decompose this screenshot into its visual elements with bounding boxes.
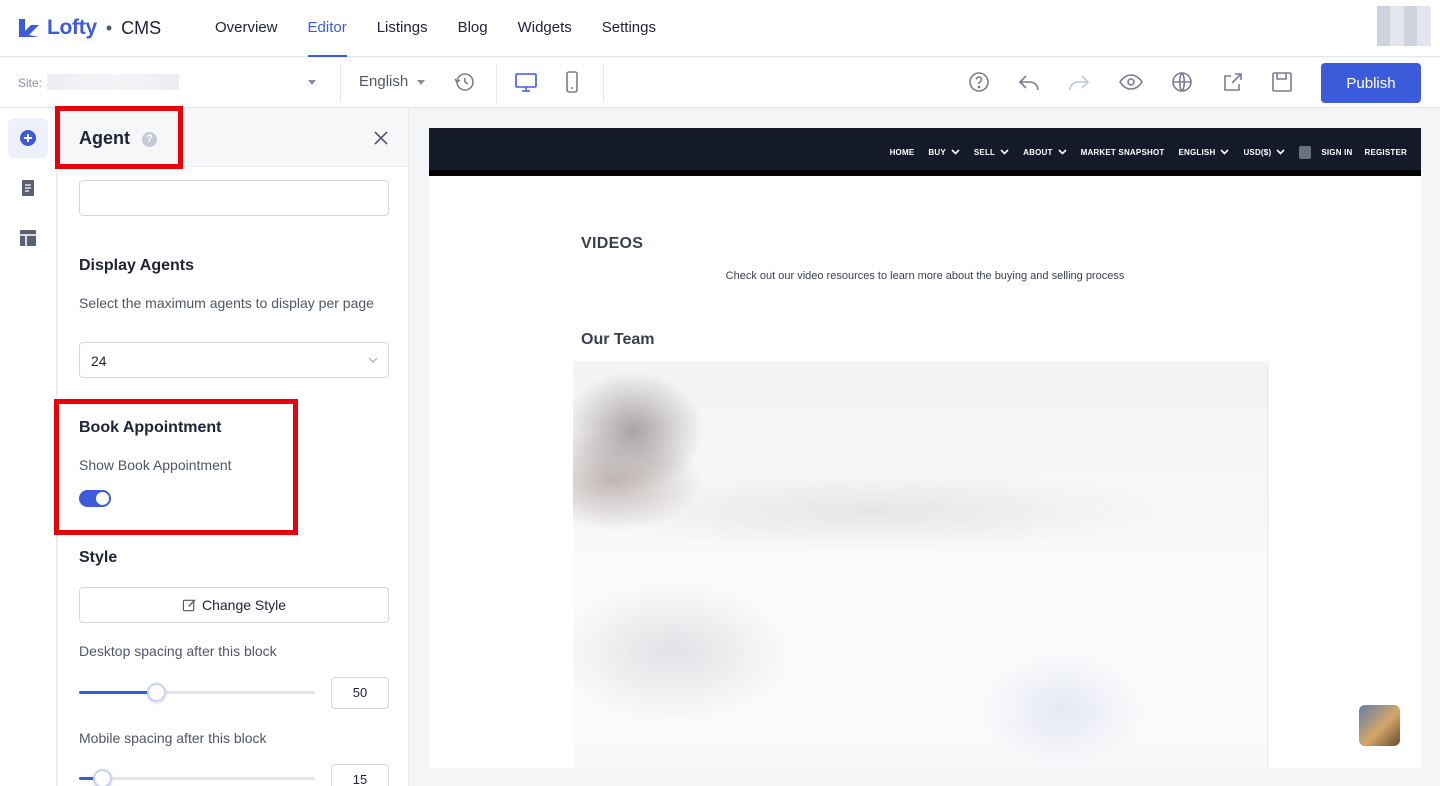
slider-handle[interactable] <box>93 769 112 786</box>
chevron-down-icon <box>1276 149 1285 155</box>
lofty-logo[interactable]: Lofty • CMS <box>17 14 161 42</box>
nav-editor[interactable]: Editor <box>293 0 362 57</box>
undo-icon[interactable] <box>1017 70 1041 94</box>
preview-icon[interactable] <box>1119 70 1143 94</box>
site-nav-item[interactable]: USD($) <box>1243 148 1285 157</box>
page-preview-canvas[interactable]: HOME BUY SELL ABOUT MARKET SNAPSHOT ENGLISH US… <box>429 128 1421 768</box>
style-title: Style <box>79 549 118 566</box>
nav-listings[interactable]: Listings <box>362 0 443 57</box>
display-agents-description: Select the maximum agents to display per… <box>79 295 374 311</box>
change-style-button[interactable]: Change Style <box>79 587 389 623</box>
lofty-logo-icon <box>19 19 39 37</box>
add-block-button[interactable] <box>8 118 48 158</box>
sign-in-link[interactable]: SIGN IN <box>1321 148 1352 157</box>
site-nav-items: HOME BUY SELL ABOUT MARKET SNAPSHOT ENGLISH US… <box>876 128 1407 176</box>
mobile-spacing-slider[interactable] <box>79 769 315 786</box>
share-icon[interactable] <box>1221 70 1245 94</box>
max-agents-value: 24 <box>91 353 107 369</box>
toolbar-divider <box>603 64 604 102</box>
brand-name: Lofty <box>47 16 97 39</box>
layout-button[interactable] <box>8 218 48 258</box>
site-nav-item[interactable]: SELL <box>974 148 1009 157</box>
nav-settings[interactable]: Settings <box>587 0 671 57</box>
site-nav-item[interactable]: ABOUT <box>1023 147 1067 157</box>
site-label: Site: <box>18 76 43 90</box>
site-selector-value[interactable] <box>47 74 179 90</box>
team-agents-blurred-image <box>573 361 1269 768</box>
editor-toolbar: Site: English Publish <box>0 58 1440 108</box>
divider-line <box>1267 365 1268 768</box>
brand-separator: • <box>105 17 113 38</box>
toolbar-divider <box>496 64 497 102</box>
site-dropdown-caret-icon[interactable] <box>308 80 316 85</box>
max-agents-select[interactable]: 24 <box>79 342 389 378</box>
site-nav-item[interactable]: ENGLISH <box>1178 147 1230 157</box>
language-selector[interactable]: English <box>359 73 408 90</box>
top-nav-bar: Lofty • CMS Overview Editor Listings Blo… <box>0 0 1440 57</box>
globe-icon[interactable] <box>1170 70 1194 94</box>
help-icon[interactable] <box>967 70 991 94</box>
edit-icon <box>182 598 196 611</box>
site-nav-item-label: USD($) <box>1243 147 1272 157</box>
chevron-down-icon <box>1000 149 1009 155</box>
change-style-label: Change Style <box>201 597 287 613</box>
mobile-spacing-input[interactable]: 15 <box>331 764 389 786</box>
user-avatar[interactable] <box>1377 6 1431 46</box>
slider-handle[interactable] <box>147 683 166 702</box>
chevron-down-icon <box>1058 149 1067 155</box>
chevron-down-icon <box>1220 149 1230 155</box>
chevron-down-icon <box>368 357 378 363</box>
chevron-down-icon <box>951 149 960 155</box>
chat-assistant-avatar[interactable] <box>1359 705 1400 746</box>
nav-widgets[interactable]: Widgets <box>503 0 587 57</box>
site-nav-item-label: HOME <box>889 147 915 157</box>
site-nav-item[interactable]: BUY <box>928 148 960 157</box>
mobile-spacing-label: Mobile spacing after this block <box>79 730 267 746</box>
language-caret-icon[interactable] <box>417 80 425 85</box>
display-agents-title: Display Agents <box>79 257 194 274</box>
history-icon[interactable] <box>452 70 476 94</box>
our-team-heading: Our Team <box>581 331 655 348</box>
site-nav-item[interactable]: HOME <box>890 148 915 157</box>
page-icon <box>22 180 34 196</box>
nav-overview[interactable]: Overview <box>200 0 293 57</box>
site-nav-item-label: BUY <box>928 147 946 157</box>
user-icon[interactable] <box>1299 145 1312 159</box>
mobile-icon[interactable] <box>560 70 584 94</box>
layout-icon <box>20 230 36 246</box>
site-nav-item-label: SELL <box>973 147 996 157</box>
toolbar-divider <box>340 64 341 102</box>
close-icon[interactable] <box>372 129 390 147</box>
desktop-spacing-slider[interactable] <box>79 683 315 702</box>
main-nav: Overview Editor Listings Blog Widgets Se… <box>200 0 671 57</box>
highlight-box-book-appointment <box>54 399 298 535</box>
videos-description: Check out our video resources to learn m… <box>725 270 1125 282</box>
plus-circle-icon <box>20 130 36 146</box>
product-name: CMS <box>121 17 162 38</box>
left-icon-rail <box>0 109 57 786</box>
save-icon[interactable] <box>1270 70 1294 94</box>
nav-blog[interactable]: Blog <box>443 0 503 57</box>
pages-button[interactable] <box>8 168 48 208</box>
agent-text-input[interactable] <box>79 180 389 216</box>
desktop-spacing-label: Desktop spacing after this block <box>79 643 277 659</box>
desktop-spacing-input[interactable]: 50 <box>331 677 389 709</box>
publish-button[interactable]: Publish <box>1321 63 1421 103</box>
site-nav-item-label: ENGLISH <box>1178 147 1216 157</box>
site-nav-item-label: MARKET SNAPSHOT <box>1080 147 1165 157</box>
videos-heading: VIDEOS <box>581 235 644 252</box>
slider-fill <box>79 691 157 694</box>
highlight-box-agent-title <box>55 106 183 169</box>
site-header-nav: HOME BUY SELL ABOUT MARKET SNAPSHOT ENGLISH US… <box>429 128 1421 176</box>
redo-icon[interactable] <box>1067 70 1091 94</box>
desktop-icon[interactable] <box>514 70 538 94</box>
site-nav-item-label: ABOUT <box>1023 147 1053 157</box>
register-link[interactable]: REGISTER <box>1365 148 1408 157</box>
site-nav-item[interactable]: MARKET SNAPSHOT <box>1081 148 1165 157</box>
